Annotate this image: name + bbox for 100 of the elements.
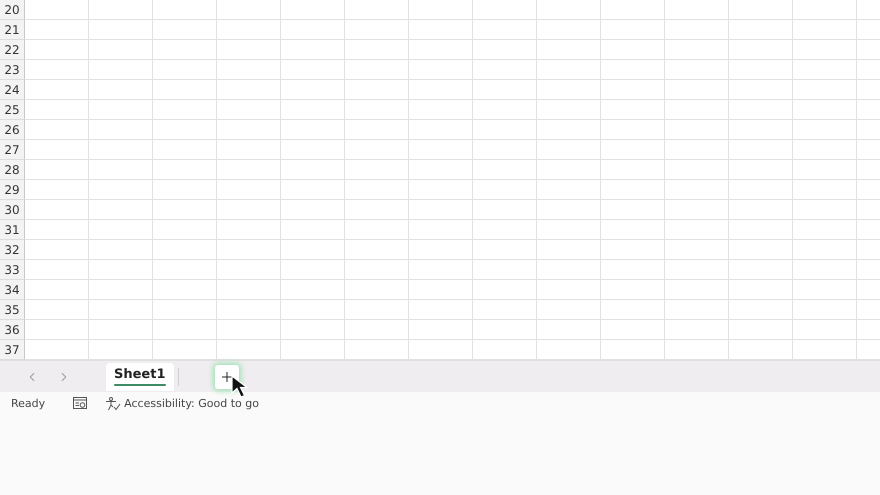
table-cell[interactable] [89, 240, 153, 260]
table-cell[interactable] [729, 260, 793, 280]
table-cell[interactable] [25, 160, 89, 180]
table-cell[interactable] [89, 280, 153, 300]
table-cell[interactable] [217, 320, 281, 340]
table-cell[interactable] [345, 40, 409, 60]
row-header[interactable]: 22 [0, 40, 25, 60]
table-cell[interactable] [473, 200, 537, 220]
table-cell[interactable] [665, 240, 729, 260]
table-cell[interactable] [473, 160, 537, 180]
table-cell[interactable] [665, 60, 729, 80]
table-cell[interactable] [153, 0, 217, 20]
table-cell[interactable] [25, 300, 89, 320]
table-cell[interactable] [281, 120, 345, 140]
accessibility-status[interactable]: Accessibility: Good to go [124, 397, 259, 410]
table-cell[interactable] [665, 0, 729, 20]
table-cell[interactable] [665, 320, 729, 340]
table-cell[interactable] [473, 100, 537, 120]
table-cell[interactable] [729, 60, 793, 80]
row-header[interactable]: 23 [0, 60, 25, 80]
table-cell[interactable] [217, 120, 281, 140]
table-cell[interactable] [537, 260, 601, 280]
table-cell[interactable] [89, 260, 153, 280]
table-cell[interactable] [409, 260, 473, 280]
row-header[interactable]: 20 [0, 0, 25, 20]
table-cell[interactable] [89, 220, 153, 240]
table-cell[interactable] [281, 240, 345, 260]
table-cell[interactable] [537, 80, 601, 100]
table-cell[interactable] [537, 220, 601, 240]
row-header[interactable]: 24 [0, 80, 25, 100]
table-cell[interactable] [793, 60, 857, 80]
table-cell[interactable] [473, 180, 537, 200]
table-cell[interactable] [281, 320, 345, 340]
table-cell[interactable] [793, 240, 857, 260]
row-header[interactable]: 35 [0, 300, 25, 320]
table-cell[interactable] [217, 160, 281, 180]
row-header[interactable]: 31 [0, 220, 25, 240]
table-cell[interactable] [473, 120, 537, 140]
table-cell[interactable] [345, 320, 409, 340]
table-cell[interactable] [601, 300, 665, 320]
table-cell[interactable] [281, 20, 345, 40]
table-cell[interactable] [217, 60, 281, 80]
table-cell[interactable] [665, 120, 729, 140]
table-cell[interactable] [793, 160, 857, 180]
table-cell[interactable] [409, 100, 473, 120]
table-cell[interactable] [473, 40, 537, 60]
table-cell[interactable] [665, 160, 729, 180]
table-cell[interactable] [409, 240, 473, 260]
table-cell[interactable] [793, 220, 857, 240]
table-cell[interactable] [729, 100, 793, 120]
table-cell[interactable] [281, 0, 345, 20]
table-cell[interactable] [665, 200, 729, 220]
table-cell[interactable] [345, 60, 409, 80]
table-cell[interactable] [473, 60, 537, 80]
row-header[interactable]: 26 [0, 120, 25, 140]
table-cell[interactable] [25, 320, 89, 340]
table-cell[interactable] [153, 240, 217, 260]
table-cell[interactable] [473, 140, 537, 160]
table-cell[interactable] [409, 200, 473, 220]
table-cell[interactable] [25, 60, 89, 80]
table-cell[interactable] [729, 20, 793, 40]
table-cell[interactable] [89, 20, 153, 40]
row-header[interactable]: 32 [0, 240, 25, 260]
table-cell[interactable] [601, 240, 665, 260]
table-cell[interactable] [89, 100, 153, 120]
table-cell[interactable] [729, 280, 793, 300]
row-header[interactable]: 36 [0, 320, 25, 340]
table-cell[interactable] [153, 220, 217, 240]
table-cell[interactable] [25, 180, 89, 200]
table-cell[interactable] [25, 260, 89, 280]
table-cell[interactable] [89, 140, 153, 160]
table-cell[interactable] [473, 280, 537, 300]
table-cell[interactable] [601, 120, 665, 140]
table-cell[interactable] [345, 280, 409, 300]
table-cell[interactable] [217, 300, 281, 320]
table-cell[interactable] [729, 220, 793, 240]
table-cell[interactable] [537, 200, 601, 220]
table-cell[interactable] [217, 140, 281, 160]
table-cell[interactable] [473, 260, 537, 280]
table-cell[interactable] [793, 180, 857, 200]
table-cell[interactable] [409, 280, 473, 300]
table-cell[interactable] [153, 140, 217, 160]
row-header[interactable]: 30 [0, 200, 25, 220]
table-cell[interactable] [409, 140, 473, 160]
table-cell[interactable] [473, 320, 537, 340]
table-cell[interactable] [217, 80, 281, 100]
table-cell[interactable] [537, 240, 601, 260]
table-cell[interactable] [153, 300, 217, 320]
table-cell[interactable] [281, 220, 345, 240]
table-cell[interactable] [409, 60, 473, 80]
table-cell[interactable] [729, 320, 793, 340]
table-cell[interactable] [601, 220, 665, 240]
macro-icon[interactable] [73, 397, 88, 410]
table-cell[interactable] [217, 280, 281, 300]
table-cell[interactable] [281, 80, 345, 100]
table-cell[interactable] [409, 40, 473, 60]
table-cell[interactable] [601, 80, 665, 100]
table-cell[interactable] [665, 80, 729, 100]
row-header[interactable]: 21 [0, 20, 25, 40]
table-cell[interactable] [409, 120, 473, 140]
